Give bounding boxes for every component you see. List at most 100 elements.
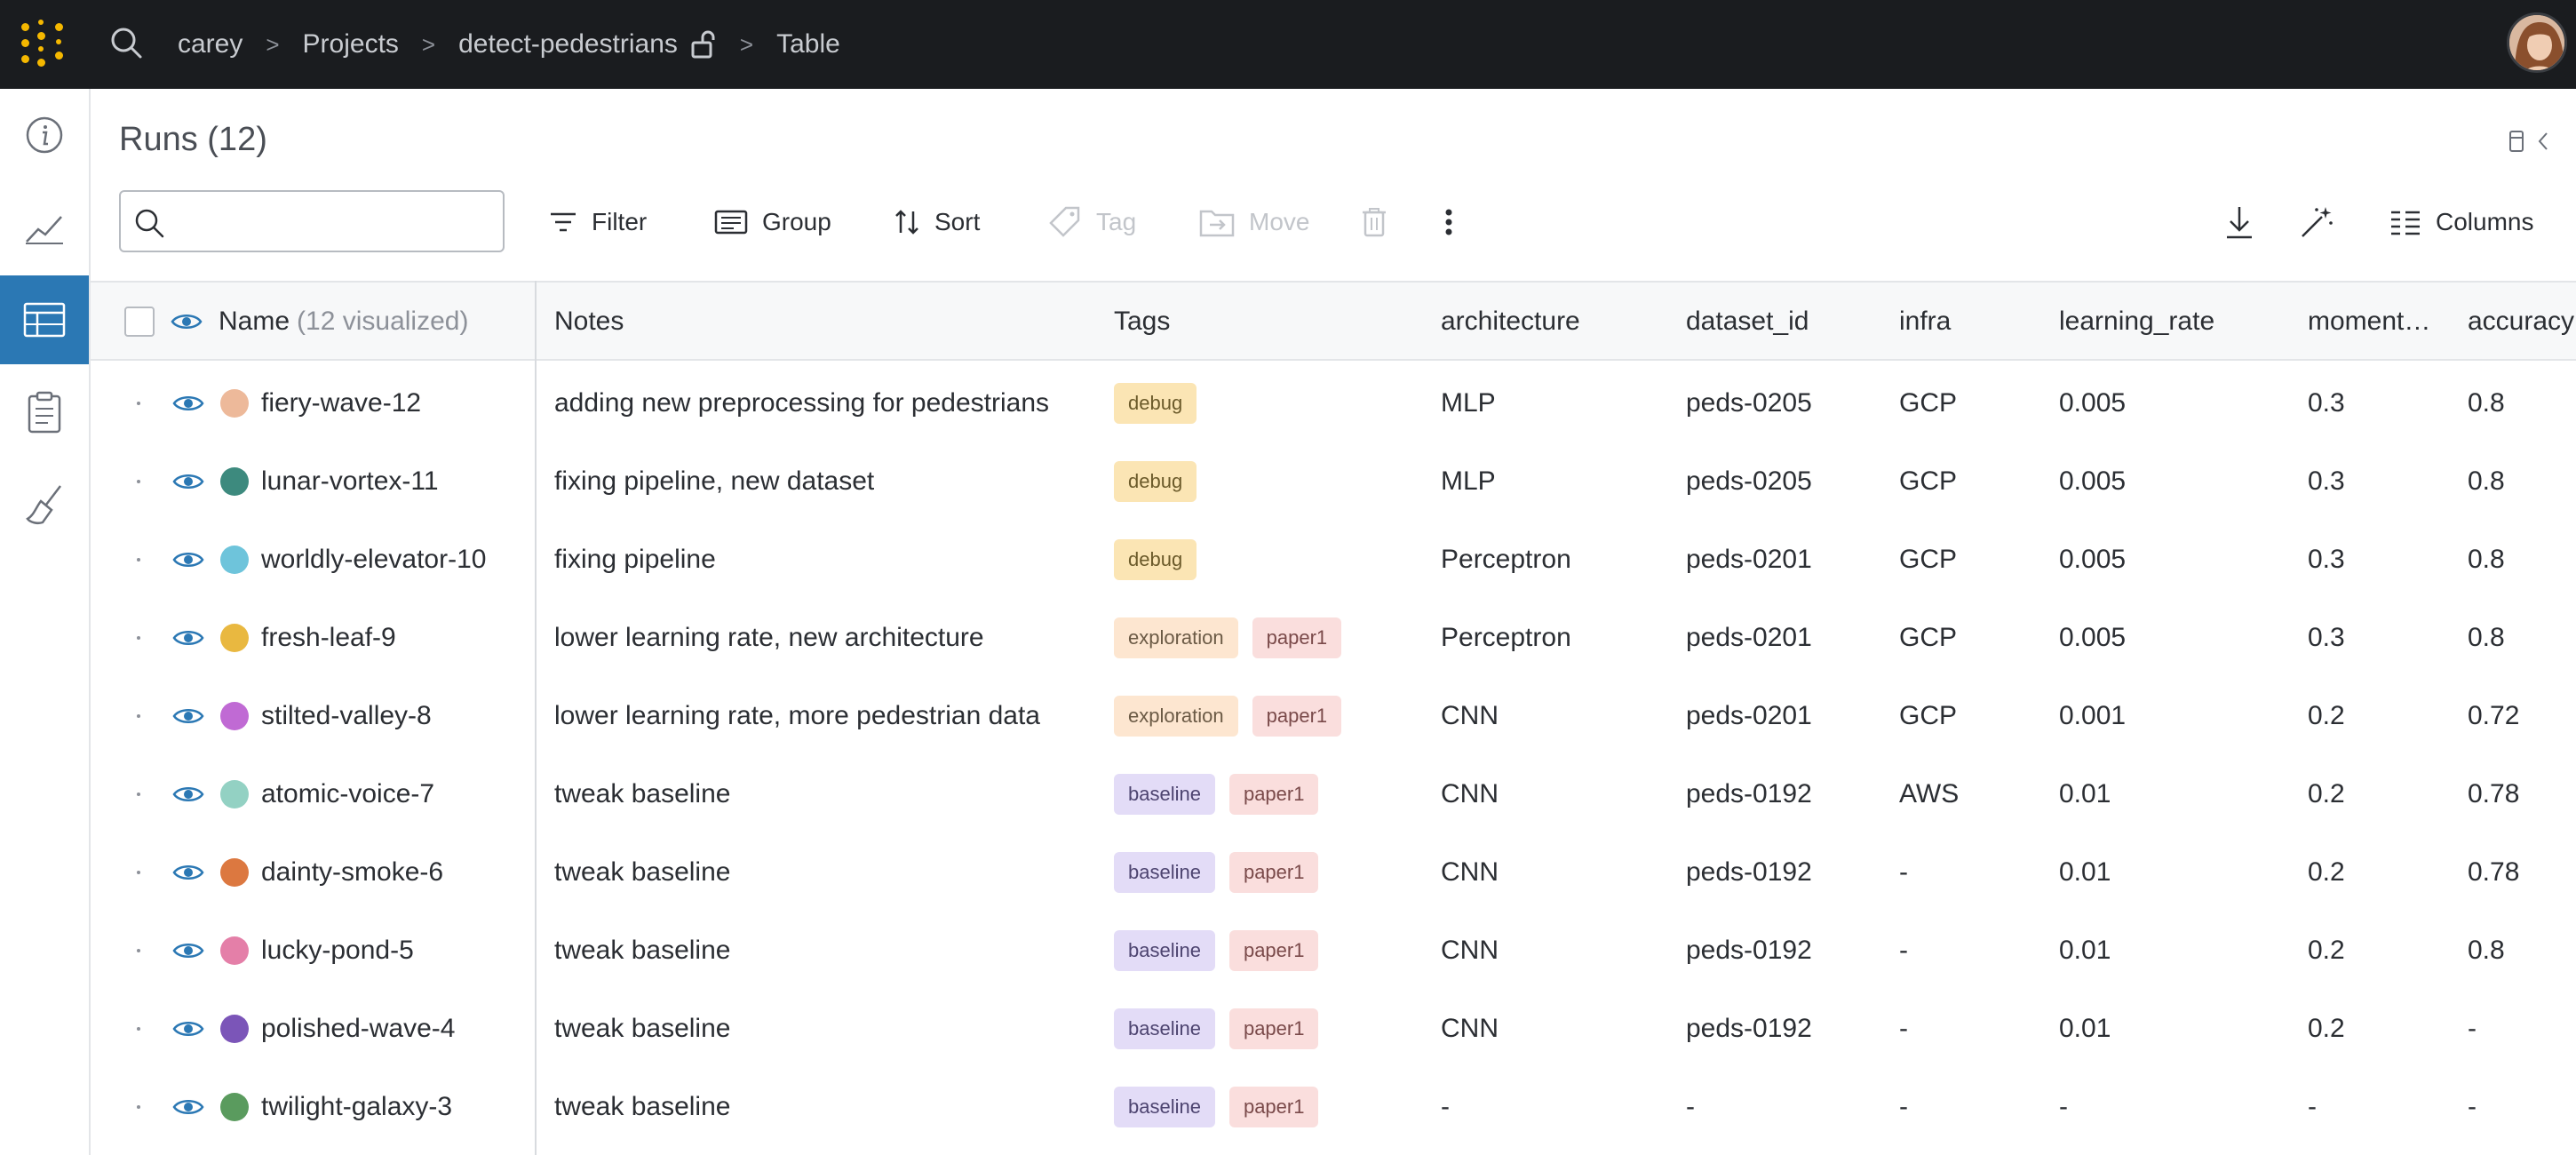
tag-paper1[interactable]: paper1 [1228,930,1319,971]
tag-exploration[interactable]: exploration [1114,696,1238,737]
search-icon[interactable] [108,25,144,60]
cell-tags[interactable]: debug [1114,521,1211,599]
more-options-button[interactable] [1444,201,1453,243]
panel-toggle[interactable] [2508,130,2549,153]
wandb-logo-icon[interactable] [20,20,69,69]
run-color-swatch[interactable] [220,546,249,574]
columns-button[interactable]: Columns [2389,201,2533,243]
eye-icon[interactable] [172,393,204,418]
tag-baseline[interactable]: baseline [1114,1087,1215,1127]
eye-icon[interactable] [172,862,204,888]
cell-notes[interactable]: tweak baseline [554,755,730,833]
table-row[interactable]: dainty-smoke-6 tweak baseline CNN peds-0192… [91,833,2576,912]
table-row[interactable]: twilight-galaxy-3 tweak baseline - - - - - - bas… [91,1068,2576,1146]
eye-icon[interactable] [172,549,204,575]
sort-button[interactable]: Sort [894,201,980,243]
tag-paper1[interactable]: paper1 [1252,696,1342,737]
row-handle-dot[interactable] [137,636,140,640]
avatar[interactable] [2507,12,2567,73]
cell-tags[interactable]: baseline paper1 [1114,1068,1332,1146]
cell-notes[interactable]: tweak baseline [554,990,730,1068]
cell-tags[interactable]: baseline paper1 [1114,833,1332,912]
column-header-accuracy[interactable]: accuracy [2468,283,2574,361]
row-handle-dot[interactable] [137,949,140,952]
table-row[interactable]: worldly-elevator-10 fixing pipeline Percep… [91,521,2576,599]
run-color-swatch[interactable] [220,624,249,652]
tag-baseline[interactable]: baseline [1114,1008,1215,1049]
table-row[interactable]: atomic-voice-7 tweak baseline CNN peds-0192… [91,755,2576,833]
run-color-swatch[interactable] [220,1015,249,1043]
run-color-swatch[interactable] [220,780,249,808]
table-row[interactable]: fresh-leaf-9 lower learning rate, new arc… [91,599,2576,677]
tag-button[interactable]: Tag [1048,201,1136,243]
column-header-momentum[interactable]: moment… [2308,283,2430,361]
cell-notes[interactable]: fixing pipeline [554,521,716,599]
row-handle-dot[interactable] [137,871,140,874]
sidebar-item-table[interactable] [0,275,89,364]
eye-icon[interactable] [171,283,203,361]
eye-icon[interactable] [172,1018,204,1044]
run-color-swatch[interactable] [220,858,249,887]
cell-notes[interactable]: adding new preprocessing for pedestrians [554,364,1049,442]
breadcrumb-user[interactable]: carey [178,29,242,60]
eye-icon[interactable] [172,940,204,966]
table-row[interactable]: polished-wave-4 tweak baseline CNN peds-019… [91,990,2576,1068]
table-row[interactable]: fiery-wave-12 adding new preprocessing fo… [91,364,2576,442]
cell-tags[interactable]: baseline paper1 [1114,990,1332,1068]
tag-exploration[interactable]: exploration [1114,617,1238,658]
eye-icon[interactable] [172,627,204,653]
row-handle-dot[interactable] [137,1105,140,1109]
run-color-swatch[interactable] [220,702,249,730]
sidebar-item-reports[interactable] [0,368,89,457]
run-name[interactable]: worldly-elevator-10 [261,521,486,599]
move-button[interactable]: Move [1199,201,1309,243]
select-all-checkbox[interactable] [124,283,155,361]
run-name[interactable]: dainty-smoke-6 [261,833,443,912]
run-name[interactable]: twilight-galaxy-3 [261,1068,452,1146]
run-name[interactable]: lunar-vortex-11 [261,442,439,521]
row-handle-dot[interactable] [137,793,140,796]
run-color-swatch[interactable] [220,936,249,965]
breadcrumb-projects[interactable]: Projects [303,29,399,60]
cell-notes[interactable]: tweak baseline [554,912,730,990]
tag-paper1[interactable]: paper1 [1228,852,1319,893]
column-header-name[interactable]: Name (12 visualized) [219,283,468,361]
tag-debug[interactable]: debug [1114,383,1197,424]
run-name[interactable]: fiery-wave-12 [261,364,421,442]
tag-paper1[interactable]: paper1 [1228,1087,1319,1127]
eye-icon[interactable] [172,1096,204,1122]
cell-notes[interactable]: lower learning rate, more pedestrian dat… [554,677,1040,755]
cell-tags[interactable]: debug [1114,364,1211,442]
eye-icon[interactable] [172,784,204,809]
column-header-learning-rate[interactable]: learning_rate [2059,283,2214,361]
tag-paper1[interactable]: paper1 [1252,617,1342,658]
tag-baseline[interactable]: baseline [1114,930,1215,971]
runs-search[interactable] [119,190,505,252]
eye-icon[interactable] [172,471,204,497]
tag-baseline[interactable]: baseline [1114,774,1215,815]
column-header-infra[interactable]: infra [1899,283,1951,361]
row-handle-dot[interactable] [137,558,140,562]
magic-wand-button[interactable] [2299,201,2334,243]
run-color-swatch[interactable] [220,389,249,418]
lock-open-icon[interactable] [690,29,717,60]
sidebar-item-sweeps[interactable] [0,460,89,549]
sidebar-item-overview[interactable] [0,91,89,179]
breadcrumb-project[interactable]: detect-pedestrians [458,29,678,60]
tag-paper1[interactable]: paper1 [1228,774,1319,815]
delete-button[interactable] [1361,201,1387,243]
tag-baseline[interactable]: baseline [1114,852,1215,893]
table-row[interactable]: lucky-pond-5 tweak baseline CNN peds-0192 - 0… [91,912,2576,990]
table-row[interactable]: lunar-vortex-11 fixing pipeline, new data… [91,442,2576,521]
cell-notes[interactable]: tweak baseline [554,1068,730,1146]
row-handle-dot[interactable] [137,480,140,483]
column-header-notes[interactable]: Notes [554,283,624,361]
cell-tags[interactable]: baseline paper1 [1114,912,1332,990]
run-name[interactable]: polished-wave-4 [261,990,455,1068]
table-row[interactable]: stilted-valley-8 lower learning rate, mor… [91,677,2576,755]
run-color-swatch[interactable] [220,1093,249,1121]
breadcrumb-table[interactable]: Table [776,29,840,60]
group-button[interactable]: Group [714,201,831,243]
tag-debug[interactable]: debug [1114,539,1197,580]
run-name[interactable]: stilted-valley-8 [261,677,432,755]
